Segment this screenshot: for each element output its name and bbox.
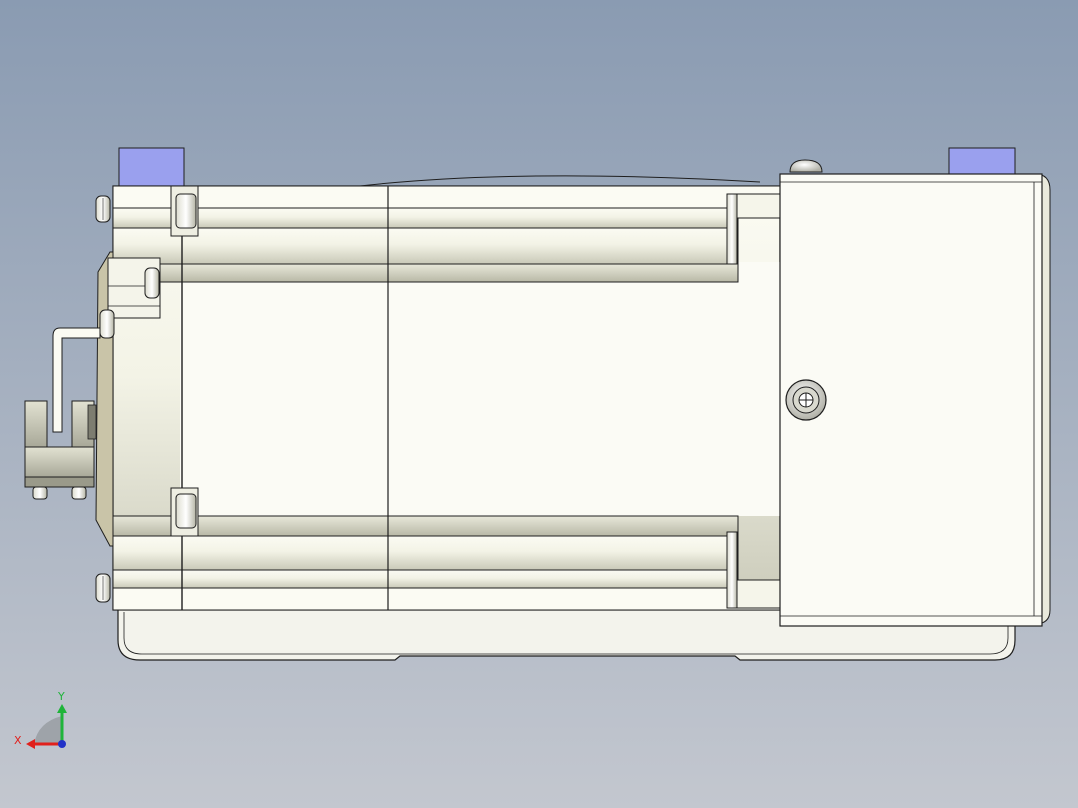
- pad-left[interactable]: [118, 147, 185, 189]
- tie-rod-bottom[interactable]: [112, 515, 781, 611]
- triad-y-label: Y: [57, 690, 65, 703]
- triad-plane-shade: [34, 716, 62, 744]
- cad-viewport[interactable]: X Y: [0, 0, 1078, 808]
- front-bolt-bottom[interactable]: [95, 573, 111, 603]
- triad-x-label: X: [14, 734, 22, 747]
- terminal-box-screw[interactable]: [785, 379, 827, 421]
- top-screw[interactable]: [789, 159, 823, 173]
- triad-y-arrow: [57, 704, 67, 713]
- top-contour: [359, 175, 761, 187]
- triad-z-axis: [58, 740, 66, 748]
- flange-nut-bottom[interactable]: [170, 487, 199, 537]
- front-bolt-top[interactable]: [95, 195, 111, 223]
- flange-bolt-mid[interactable]: [99, 309, 115, 339]
- flange-bolt-small[interactable]: [144, 267, 160, 299]
- cad-model-drawing[interactable]: X Y: [0, 0, 1078, 808]
- tie-rod-top[interactable]: [112, 185, 781, 283]
- triad-x-arrow: [26, 739, 35, 749]
- pad-right[interactable]: [948, 147, 1016, 175]
- flange-nut-top[interactable]: [170, 185, 199, 237]
- coordinate-triad: X Y: [14, 690, 67, 749]
